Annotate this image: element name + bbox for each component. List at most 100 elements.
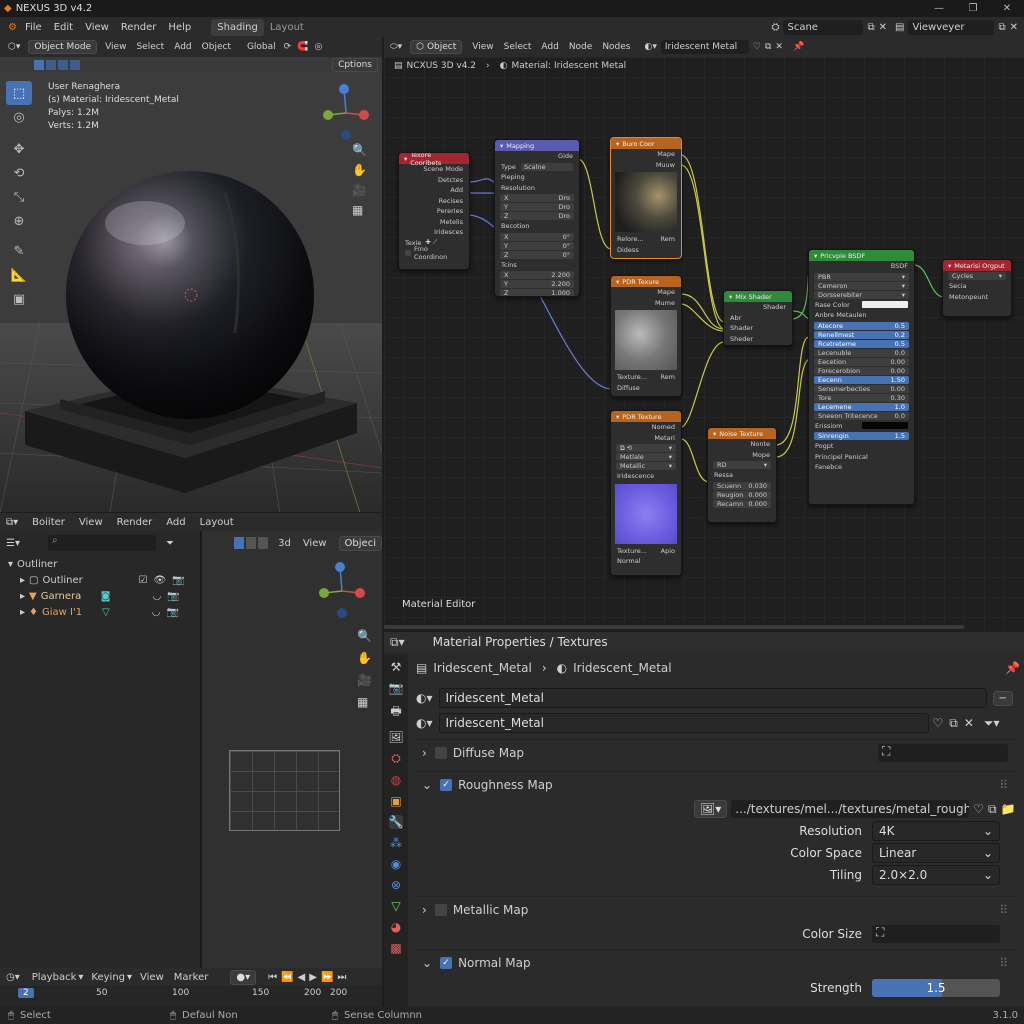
navigation-gizmo[interactable]: [318, 81, 378, 141]
timeline-menu-keying[interactable]: Keying: [91, 972, 125, 983]
section-diffuse-map[interactable]: › Diffuse Map ⛶: [414, 739, 1018, 765]
expand-icon[interactable]: ›: [422, 746, 427, 760]
select-box-icon[interactable]: [34, 60, 44, 70]
node-checkbox-row[interactable]: Frno Coordinon: [399, 245, 469, 261]
menu-file[interactable]: File: [25, 22, 42, 33]
pivot-icon[interactable]: ⟳: [284, 42, 292, 52]
properties-editor-icon[interactable]: ⧉▾: [390, 635, 405, 650]
folder-icon[interactable]: 📁: [1001, 802, 1016, 816]
node-dropdown[interactable]: Cemeron ▾: [814, 281, 909, 290]
node-input[interactable]: Ressa: [708, 470, 776, 481]
options-dropdown[interactable]: Cptions: [332, 58, 378, 72]
tool-annotate-icon[interactable]: ✎: [6, 239, 32, 263]
tab-layout[interactable]: Layout: [264, 19, 310, 36]
texture-tab-icon[interactable]: ▩: [390, 941, 401, 955]
collapse-icon[interactable]: ⌄: [422, 778, 432, 792]
menu-render[interactable]: Render: [121, 22, 157, 33]
node-file-button[interactable]: Rem: [660, 373, 675, 381]
camera-icon[interactable]: 🎥: [357, 673, 372, 687]
node-input[interactable]: Resolution: [495, 183, 579, 194]
breadcrumb-material[interactable]: Iridescent_Metal: [573, 661, 671, 675]
bsdf-field[interactable]: Renellmest 0.2: [814, 330, 909, 339]
node-number-field[interactable]: Reugion 0.000: [713, 490, 771, 499]
menu-edit[interactable]: Edit: [54, 22, 73, 33]
pan-hand-icon[interactable]: ✋: [357, 651, 372, 665]
blender-logo-icon[interactable]: ⚙: [8, 22, 17, 33]
outliner-root[interactable]: ▾ Outliner: [8, 557, 200, 573]
node-base-color[interactable]: ▾ Buro Coor Mape Muuw Relore... Rem Didess: [610, 137, 682, 259]
base-color-row[interactable]: Rase Color: [809, 300, 914, 311]
editor-type-icon[interactable]: ⬡▾: [8, 42, 20, 52]
emission-strength-field[interactable]: Sinrengin 1.5: [814, 432, 909, 440]
node-output[interactable]: Shader: [724, 302, 792, 313]
jump-start-icon[interactable]: ⏮: [268, 972, 277, 983]
outliner-item[interactable]: ▸ ▢ Outliner ☑ 👁 📷: [8, 573, 200, 589]
scene-tab-icon[interactable]: ⛭: [391, 751, 401, 766]
node-principled-bsdf[interactable]: ▾ Pricvpie BSDF BSDF PBR ▾ Cemeron ▾ Dorsse…: [808, 249, 915, 505]
physics-tab-icon[interactable]: ◉: [391, 857, 401, 871]
zoom-icon[interactable]: 🔍: [357, 629, 372, 643]
transform-orientation-dropdown[interactable]: Global: [247, 42, 276, 52]
node-dropdown[interactable]: PBR ▾: [814, 272, 909, 281]
material-slot-icon[interactable]: ◐▾: [416, 691, 433, 705]
timeline-menu-view[interactable]: View: [140, 972, 164, 983]
tiling-dropdown[interactable]: 2.0×2.0 ⌄: [872, 865, 1000, 885]
data-tab-icon[interactable]: ▽: [391, 899, 400, 913]
tool-scale-icon[interactable]: ⤡: [6, 185, 32, 209]
node-input[interactable]: Shader: [724, 323, 792, 334]
zoom-icon[interactable]: 🔍: [352, 143, 367, 157]
constraints-tab-icon[interactable]: ⊗: [391, 878, 401, 892]
select-invert-icon[interactable]: [70, 60, 80, 70]
node-number-field[interactable]: Recamn 0.000: [713, 499, 771, 508]
node-input[interactable]: Secia: [943, 281, 1011, 292]
outliner-editor-icon[interactable]: ⧉▾: [6, 517, 18, 528]
node-collapse-icon[interactable]: ▾: [729, 293, 732, 301]
node-output[interactable]: Mape: [611, 149, 681, 160]
scene-close-icon[interactable]: ✕: [879, 22, 887, 33]
image-path-field[interactable]: .../textures/mel.../textures/metal_rough…: [731, 800, 970, 818]
select-subtract-icon[interactable]: [58, 60, 68, 70]
node-collapse-icon[interactable]: ▾: [616, 140, 619, 148]
color-size-field[interactable]: ⛶: [872, 925, 1000, 943]
eye-icon[interactable]: 👁: [153, 573, 166, 589]
fake-user-icon[interactable]: ♡: [933, 716, 944, 730]
viewport-2[interactable]: 3d View Objeci 🔍 ✋ 🎥 ▦: [202, 531, 382, 968]
outliner-menu-add[interactable]: Add: [166, 517, 185, 528]
modifier-tab-icon[interactable]: 🔧: [388, 815, 404, 829]
grid-icon[interactable]: ▦: [352, 203, 367, 217]
select-extend-icon[interactable]: [46, 60, 56, 70]
node-dropdown[interactable]: Metallic ▾: [616, 462, 676, 470]
drag-handle-icon[interactable]: ⠿: [999, 956, 1008, 970]
bsdf-field[interactable]: Forecerobion 0.00: [814, 366, 909, 375]
node-collapse-icon[interactable]: ▾: [814, 252, 817, 260]
node-file-button[interactable]: Rem: [660, 235, 675, 243]
particles-tab-icon[interactable]: ⁂: [390, 836, 402, 850]
bsdf-field[interactable]: Sneeon Tritecence 0.0: [814, 411, 909, 420]
node-collapse-icon[interactable]: ▾: [404, 155, 407, 163]
node-output[interactable]: Gide: [495, 151, 579, 162]
fake-user-icon[interactable]: ♡: [973, 802, 984, 816]
node-output[interactable]: Metelis: [399, 217, 469, 228]
collapse-icon[interactable]: ⌄: [422, 956, 432, 970]
strength-slider[interactable]: 1.5: [872, 979, 1000, 997]
tool-rotate-icon[interactable]: ⟲: [6, 161, 32, 185]
view-layer-close-icon[interactable]: ✕: [1010, 22, 1018, 33]
bsdf-field[interactable]: Lecemene 1.0: [814, 402, 909, 411]
jump-end-icon[interactable]: ⏭: [337, 972, 346, 983]
node-file-row[interactable]: Relore... Rem: [611, 234, 681, 245]
view-toggle-icon[interactable]: [234, 537, 245, 549]
material-unlink-icon[interactable]: ✕: [964, 716, 974, 730]
node-collapse-icon[interactable]: ▾: [616, 413, 619, 421]
node-input[interactable]: Fanebce: [809, 462, 914, 473]
view-toggle-icon[interactable]: [258, 537, 269, 549]
diffuse-texture-field[interactable]: ⛶: [878, 743, 1008, 762]
play-reverse-icon[interactable]: ◀: [298, 972, 306, 983]
pin-icon[interactable]: 📌: [1005, 661, 1020, 675]
node-input[interactable]: Pogpt: [809, 441, 914, 452]
node-output[interactable]: Muuw: [611, 160, 681, 171]
timeline-menu-marker[interactable]: Marker: [174, 972, 209, 983]
breadcrumb-object[interactable]: Iridescent_Metal: [433, 661, 531, 675]
node-file-button[interactable]: Apio: [661, 547, 675, 555]
node-input[interactable]: Pieping: [495, 172, 579, 183]
viewport-menu-select[interactable]: Select: [136, 42, 164, 52]
